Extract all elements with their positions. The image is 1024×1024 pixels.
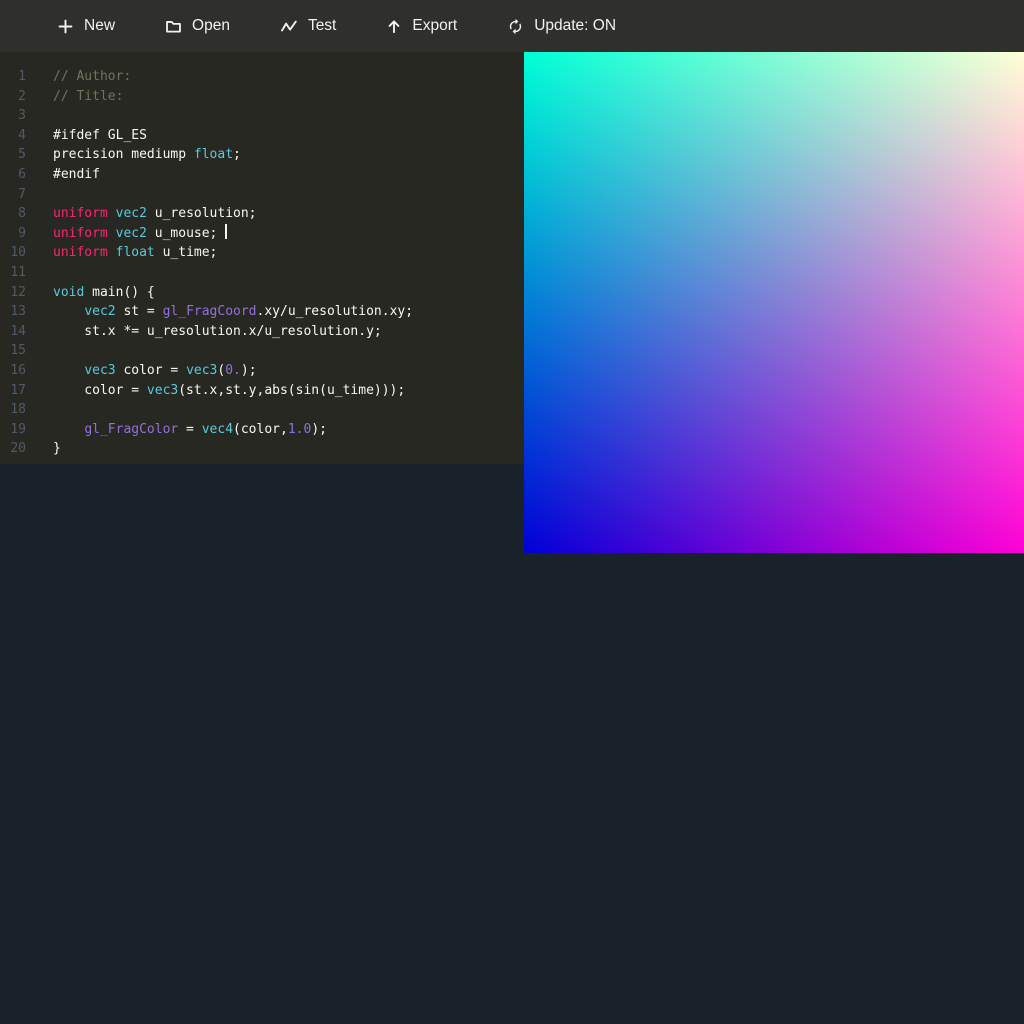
line-number: 3 <box>0 106 26 126</box>
code-line-content: #ifdef GL_ES <box>53 126 147 146</box>
code-line-content: uniform vec2 u_resolution; <box>53 204 257 224</box>
code-line[interactable]: 18 <box>0 400 524 420</box>
update-toggle-button[interactable]: Update: ON <box>507 18 616 35</box>
new-button-label: New <box>84 18 115 34</box>
code-line-content: vec2 st = gl_FragCoord.xy/u_resolution.x… <box>53 302 413 322</box>
update-toggle-label: Update: ON <box>534 18 616 34</box>
code-line[interactable]: 16 vec3 color = vec3(0.); <box>0 361 524 381</box>
line-number: 2 <box>0 87 26 107</box>
line-number: 16 <box>0 361 26 381</box>
code-line[interactable]: 20} <box>0 439 524 459</box>
test-button-label: Test <box>308 18 336 34</box>
code-line[interactable]: 8 uniform vec2 u_resolution; <box>0 204 524 224</box>
code-line-content: vec3 color = vec3(0.); <box>53 361 257 381</box>
open-button[interactable]: Open <box>165 18 230 35</box>
code-line[interactable]: 10 uniform float u_time; <box>0 243 524 263</box>
shader-preview-canvas[interactable] <box>524 52 1024 553</box>
line-number: 19 <box>0 420 26 440</box>
export-button[interactable]: Export <box>386 18 457 35</box>
code-editor[interactable]: 1 // Author: 2 // Title: 34 #ifdef GL_ES 5 prec… <box>0 52 524 464</box>
plus-icon <box>57 18 74 35</box>
code-line[interactable]: 6 #endif <box>0 165 524 185</box>
activity-icon <box>280 19 298 34</box>
code-line[interactable]: 5 precision mediump float; <box>0 145 524 165</box>
code-line[interactable]: 11 <box>0 263 524 283</box>
new-button[interactable]: New <box>57 18 115 35</box>
code-line[interactable]: 14 st.x *= u_resolution.x/u_resolution.y… <box>0 322 524 342</box>
code-line[interactable]: 7 <box>0 185 524 205</box>
code-line-content: st.x *= u_resolution.x/u_resolution.y; <box>53 322 382 342</box>
text-cursor <box>225 224 227 239</box>
code-line[interactable]: 12 void main() { <box>0 283 524 303</box>
code-line-content: } <box>53 439 61 459</box>
line-number: 10 <box>0 243 26 263</box>
line-number: 15 <box>0 341 26 361</box>
code-line-content: gl_FragColor = vec4(color,1.0); <box>53 420 327 440</box>
code-line[interactable]: 1 // Author: <box>0 67 524 87</box>
code-line[interactable]: 17 color = vec3(st.x,st.y,abs(sin(u_time… <box>0 381 524 401</box>
line-number: 12 <box>0 283 26 303</box>
export-button-label: Export <box>412 18 457 34</box>
code-line-content: precision mediump float; <box>53 145 241 165</box>
sync-icon <box>507 18 524 35</box>
toolbar: New Open Test Export Upd <box>0 0 1024 52</box>
code-line[interactable]: 15 <box>0 341 524 361</box>
line-number: 6 <box>0 165 26 185</box>
line-number: 11 <box>0 263 26 283</box>
test-button[interactable]: Test <box>280 18 336 34</box>
code-line-content: #endif <box>53 165 100 185</box>
code-line-content: color = vec3(st.x,st.y,abs(sin(u_time)))… <box>53 381 405 401</box>
line-number: 14 <box>0 322 26 342</box>
code-lines: 1 // Author: 2 // Title: 34 #ifdef GL_ES 5 prec… <box>0 67 524 459</box>
line-number: 20 <box>0 439 26 459</box>
arrow-up-icon <box>386 18 402 35</box>
line-number: 7 <box>0 185 26 205</box>
code-line[interactable]: 9 uniform vec2 u_mouse; <box>0 224 524 244</box>
line-number: 5 <box>0 145 26 165</box>
code-line-content: uniform vec2 u_mouse; <box>53 224 227 244</box>
line-number: 1 <box>0 67 26 87</box>
code-line[interactable]: 13 vec2 st = gl_FragCoord.xy/u_resolutio… <box>0 302 524 322</box>
code-line[interactable]: 19 gl_FragColor = vec4(color,1.0); <box>0 420 524 440</box>
code-line[interactable]: 2 // Title: <box>0 87 524 107</box>
line-number: 13 <box>0 302 26 322</box>
line-number: 9 <box>0 224 26 244</box>
code-line-content: // Author: <box>53 67 131 87</box>
line-number: 4 <box>0 126 26 146</box>
code-line-content: // Title: <box>53 87 123 107</box>
open-button-label: Open <box>192 18 230 34</box>
folder-icon <box>165 18 182 35</box>
code-line[interactable]: 4 #ifdef GL_ES <box>0 126 524 146</box>
code-line[interactable]: 3 <box>0 106 524 126</box>
line-number: 8 <box>0 204 26 224</box>
code-line-content: void main() { <box>53 283 155 303</box>
line-number: 18 <box>0 400 26 420</box>
code-line-content: uniform float u_time; <box>53 243 217 263</box>
line-number: 17 <box>0 381 26 401</box>
